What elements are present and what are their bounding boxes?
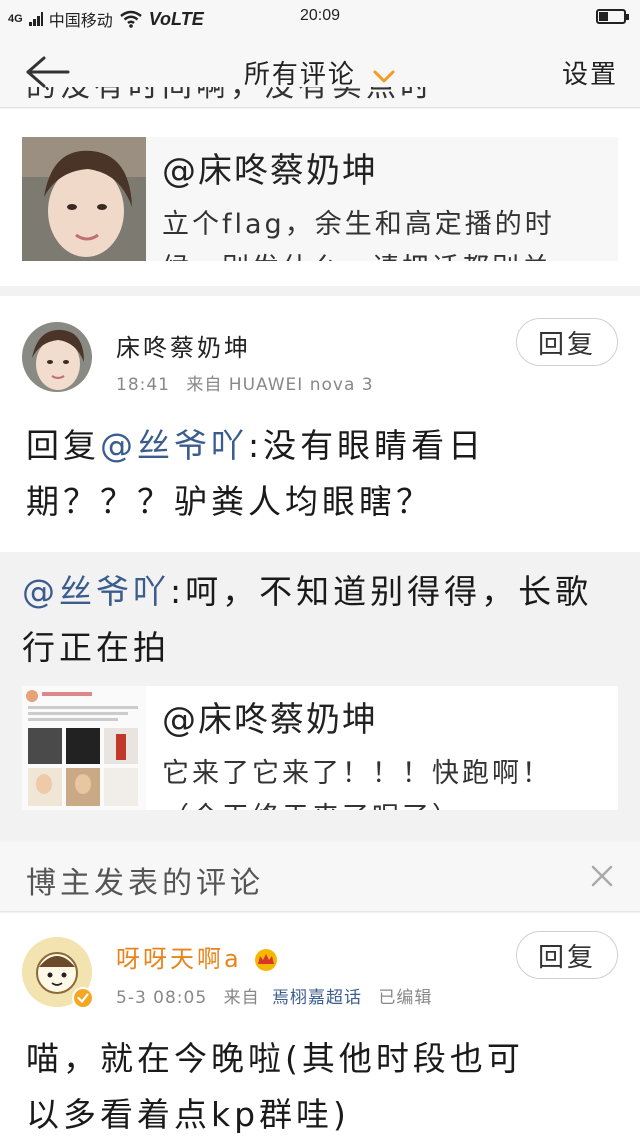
page-title: 所有评论 bbox=[243, 60, 356, 90]
mention-link[interactable]: @丝爷吖 bbox=[100, 426, 248, 465]
blogger-comments-header: 博主发表的评论 bbox=[0, 842, 640, 912]
comment-body-line2: 期？？？驴粪人均眼瞎？ bbox=[26, 482, 433, 521]
blogger-comment-body: 喵，就在今晚啦(其他时段也可 以多看着点kp群哇) bbox=[26, 1031, 524, 1138]
avatar[interactable] bbox=[22, 937, 94, 1009]
avatar[interactable] bbox=[22, 322, 92, 392]
screenshot-collage-image bbox=[22, 686, 146, 810]
battery-icon bbox=[596, 9, 629, 24]
edited-label: 已编辑 bbox=[378, 988, 433, 1008]
blogger-comment-line2: 以多看着点kp群哇) bbox=[26, 1095, 350, 1134]
repost-body-line1: @丝爷吖:呵，不知道别得得，长歌 bbox=[22, 564, 592, 620]
reply-prefix: 回复 bbox=[26, 426, 100, 465]
close-icon[interactable] bbox=[590, 864, 614, 888]
blogger-username-text: 呀呀天啊a bbox=[116, 945, 242, 973]
quoted-text-line1: 它来了它来了！！！快跑啊！ bbox=[162, 758, 552, 789]
source-prefix: 来自 bbox=[223, 988, 260, 1008]
quoted-author: @床咚蔡奶坤 bbox=[162, 700, 378, 740]
partial-text: 的没有时间啊，没有实点时 bbox=[26, 87, 434, 107]
clock: 20:09 bbox=[299, 7, 341, 24]
avatar-image bbox=[22, 322, 92, 392]
comment-username[interactable]: 床咚蔡奶坤 bbox=[116, 328, 251, 363]
blogger-username[interactable]: 呀呀天啊a bbox=[116, 939, 280, 974]
repost-body: @丝爷吖:呵，不知道别得得，长歌 行正在拍 bbox=[22, 564, 592, 676]
blogger-comment-line1: 喵，就在今晚啦(其他时段也可 bbox=[26, 1039, 524, 1078]
repost-text: :呵，不知道别得得，长歌 bbox=[170, 572, 593, 611]
mention-link[interactable]: @丝爷吖 bbox=[22, 572, 170, 611]
section-title: 博主发表的评论 bbox=[26, 866, 264, 901]
quoted-text: 它来了它来了！！！快跑啊！ （今天终于来了呢了） bbox=[162, 752, 552, 810]
comment-meta: 5-3 08:05 来自 焉栩嘉超话 已编辑 bbox=[116, 983, 432, 1008]
quoted-post-thumbnail bbox=[22, 137, 146, 261]
comment-meta: 18:41 来自 HUAWEI nova 3 bbox=[116, 370, 374, 395]
quoted-post-1[interactable]: @床咚蔡奶坤 立个flag，余生和高定播的时 候，别发什么，请把话都别关 bbox=[22, 137, 618, 261]
repost-section: @丝爷吖:呵，不知道别得得，长歌 行正在拍 @床咚蔡奶坤 它来了它来了！！！快跑… bbox=[0, 552, 640, 830]
comment-body-line1: 回复@丝爷吖:没有眼睛看日 bbox=[26, 418, 485, 474]
source-topic-link[interactable]: 焉栩嘉超话 bbox=[272, 988, 362, 1008]
comment-time: 5-3 08:05 bbox=[116, 988, 208, 1008]
quoted-text-line2: （今天终于来了呢了） bbox=[162, 796, 552, 810]
reply-button[interactable]: 回复 bbox=[516, 318, 618, 366]
verified-badge-icon bbox=[72, 987, 94, 1009]
repost-body-line2: 行正在拍 bbox=[22, 628, 170, 667]
quoted-author: @床咚蔡奶坤 bbox=[162, 151, 378, 191]
comment-text: :没有眼睛看日 bbox=[248, 426, 486, 465]
chevron-down-icon bbox=[373, 70, 395, 82]
quoted-post-2[interactable]: @床咚蔡奶坤 它来了它来了！！！快跑啊！ （今天终于来了呢了） bbox=[22, 686, 618, 810]
crown-icon bbox=[255, 949, 278, 971]
status-bar: 4G 中国移动 VoLTE 20:09 bbox=[0, 0, 640, 34]
portrait-image bbox=[22, 137, 146, 261]
reply-button[interactable]: 回复 bbox=[516, 931, 618, 979]
quoted-text-line2: 候，别发什么，请把话都别关 bbox=[162, 247, 555, 261]
repost-card-top: 的没有时间啊，没有实点时 @床咚蔡奶坤 立个flag，余生和高定播的时 候，别发… bbox=[0, 87, 640, 286]
settings-button[interactable]: 设置 bbox=[562, 54, 618, 91]
quoted-post-thumbnail bbox=[22, 686, 146, 810]
comment-source: 来自 HUAWEI nova 3 bbox=[186, 375, 374, 395]
comment-filter-dropdown[interactable]: 所有评论 bbox=[0, 54, 640, 91]
comment-body: 回复@丝爷吖:没有眼睛看日 期？？？驴粪人均眼瞎？ bbox=[26, 418, 485, 530]
comment-card: 床咚蔡奶坤 18:41 来自 HUAWEI nova 3 回复 回复@丝爷吖:没… bbox=[0, 296, 640, 552]
blogger-comment-card: 呀呀天啊a 5-3 08:05 来自 焉栩嘉超话 已编辑 回复 喵，就在今晚啦(… bbox=[0, 913, 640, 1138]
comment-time: 18:41 bbox=[116, 375, 170, 395]
quoted-text: 立个flag，余生和高定播的时 候，别发什么，请把话都别关 bbox=[162, 203, 555, 261]
quoted-text-line1: 立个flag，余生和高定播的时 bbox=[162, 209, 555, 240]
